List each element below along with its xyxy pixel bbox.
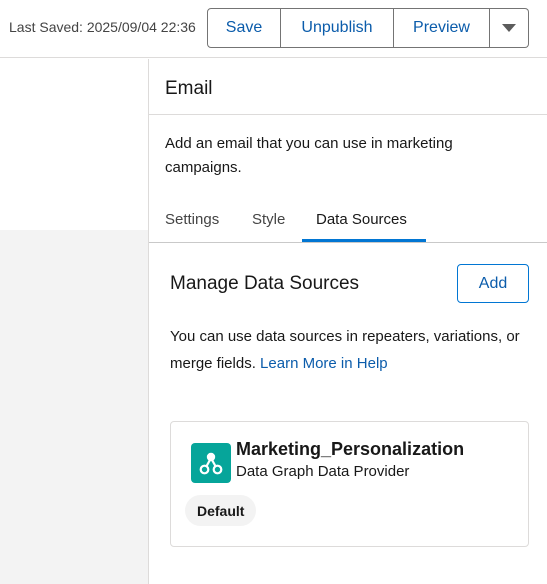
- chevron-down-icon: [502, 24, 516, 32]
- unpublish-button[interactable]: Unpublish: [281, 8, 394, 48]
- default-badge: Default: [185, 495, 257, 526]
- data-sources-info: You can use data sources in repeaters, v…: [170, 323, 535, 377]
- preview-button[interactable]: Preview: [394, 8, 490, 48]
- properties-panel: Email Add an email that you can use in m…: [148, 59, 547, 584]
- active-tab-indicator: [302, 239, 426, 242]
- data-source-type: Data Graph Data Provider: [236, 463, 410, 480]
- panel-description: Add an email that you can use in marketi…: [165, 135, 453, 176]
- data-source-name: Marketing_Personalization: [236, 439, 465, 459]
- tab-data-sources[interactable]: Data Sources: [316, 211, 407, 228]
- panel-tabs: Settings Style Data Sources: [149, 202, 547, 243]
- save-button[interactable]: Save: [207, 8, 281, 48]
- section-heading: Manage Data Sources: [170, 273, 360, 294]
- tab-settings[interactable]: Settings: [165, 211, 219, 228]
- action-button-group: Save Unpublish Preview: [207, 8, 529, 48]
- learn-more-link[interactable]: Learn More in Help: [260, 355, 388, 372]
- last-saved-text: Last Saved: 2025/09/04 22:36: [9, 19, 196, 35]
- data-source-card[interactable]: Marketing_Personalization Data Graph Dat…: [170, 421, 529, 547]
- tab-style[interactable]: Style: [252, 211, 285, 228]
- canvas-area: [0, 230, 148, 584]
- panel-title: Email: [165, 78, 213, 99]
- data-graph-icon: [191, 443, 231, 483]
- canvas-top-area: [0, 59, 148, 230]
- top-toolbar: Last Saved: 2025/09/04 22:36 Save Unpubl…: [0, 0, 547, 58]
- add-data-source-button[interactable]: Add: [457, 264, 529, 303]
- more-actions-button[interactable]: [490, 8, 529, 48]
- panel-header: Email: [149, 59, 547, 115]
